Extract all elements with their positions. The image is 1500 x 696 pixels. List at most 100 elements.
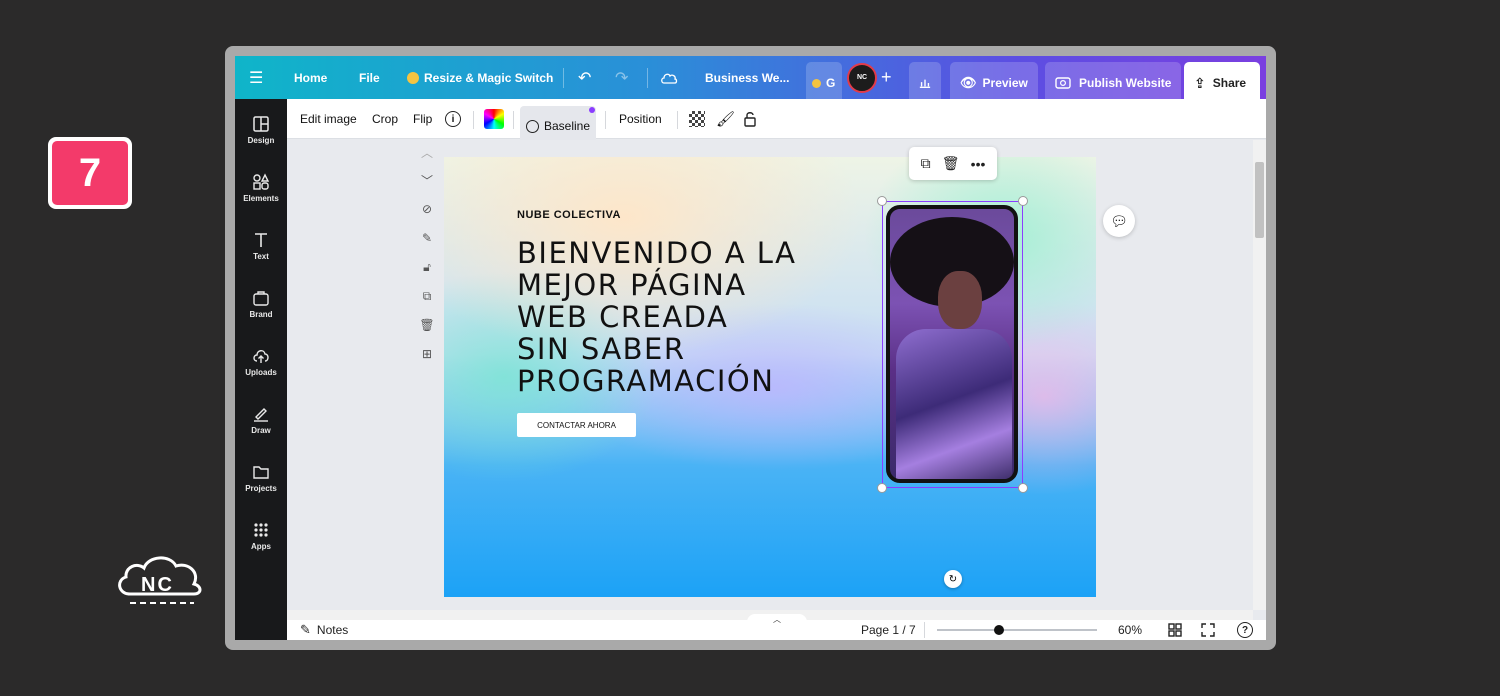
step-number: 7: [52, 141, 128, 205]
file-menu[interactable]: File: [359, 56, 380, 99]
transparency-icon[interactable]: [689, 99, 705, 139]
brand-icon: [253, 291, 269, 306]
divider: [605, 111, 606, 129]
delete-page-icon[interactable]: 🗑︎: [417, 315, 437, 335]
notes-label: Notes: [316, 623, 349, 637]
paint-roller-icon[interactable]: 🖌: [716, 99, 735, 139]
crop-button[interactable]: Crop: [372, 99, 398, 139]
headline-line: PROGRAMACIÓN: [517, 364, 775, 398]
eye-icon: 👁: [960, 75, 977, 90]
share-label: Share: [1212, 76, 1247, 90]
top-bar: ☰ Home File Resize & Magic Switch ↶ ↷ Bu…: [235, 56, 1266, 105]
scrollbar-thumb[interactable]: [1255, 162, 1264, 238]
photo-body-shape: [896, 329, 1012, 479]
rotate-icon[interactable]: ↻: [944, 570, 962, 588]
resize-handle-bottom-right[interactable]: [1018, 483, 1028, 493]
edit-image-button[interactable]: Edit image: [300, 99, 357, 139]
sidebar-item-elements[interactable]: Elements: [235, 169, 287, 219]
share-icon: ⇪: [1194, 74, 1206, 91]
sidebar-item-projects[interactable]: Projects: [235, 459, 287, 509]
lock-icon[interactable]: [743, 99, 757, 139]
sidebar-item-apps[interactable]: Apps: [235, 517, 287, 567]
preview-label: Preview: [982, 76, 1028, 90]
cloud-save-icon[interactable]: [660, 56, 678, 99]
sidebar-item-brand[interactable]: Brand: [235, 285, 287, 335]
redo-icon[interactable]: ↷: [615, 56, 628, 99]
baseline-label: Baseline: [544, 119, 591, 133]
divider: [563, 68, 564, 88]
add-page-icon[interactable]: ⊞: [417, 344, 437, 364]
info-icon[interactable]: i: [445, 99, 461, 139]
left-sidebar: Design Elements Text Brand Uploads Draw: [235, 99, 287, 640]
chevron-down-icon[interactable]: ﹀: [417, 170, 437, 190]
position-button[interactable]: Position: [619, 99, 662, 139]
headline-text[interactable]: BIENVENIDO A LA MEJOR PÁGINA WEB CREADA …: [517, 237, 796, 397]
canvas-area: ︿ ﹀ ⊘ ✎ 🔓︎ ⧉ 🗑︎ ⊞ NUBE COLECTIVA BIENVEN…: [287, 140, 1266, 640]
website-design-page[interactable]: NUBE COLECTIVA BIENVENIDO A LA MEJOR PÁG…: [444, 157, 1096, 597]
shapes-icon: [253, 173, 270, 190]
sidebar-item-label: Uploads: [245, 368, 277, 377]
sidebar-item-label: Design: [247, 136, 275, 145]
sidebar-item-label: Projects: [245, 484, 277, 493]
home-link[interactable]: Home: [294, 56, 327, 99]
sidebar-item-label: Brand: [249, 310, 273, 319]
document-title[interactable]: Business We...: [705, 56, 789, 99]
sidebar-item-design[interactable]: Design: [235, 111, 287, 161]
canva-editor: ☰ Home File Resize & Magic Switch ↶ ↷ Bu…: [235, 56, 1266, 640]
flip-button[interactable]: Flip: [413, 99, 432, 139]
bottom-bar: ︿ ✎ Notes Page 1 / 7 60% ?: [287, 614, 1266, 640]
contact-cta-button[interactable]: CONTACTAR AHORA: [517, 413, 636, 437]
zoom-slider-knob[interactable]: [994, 625, 1005, 635]
show-pages-chevron-icon[interactable]: ︿: [747, 614, 807, 626]
undo-icon[interactable]: ↶: [578, 56, 591, 99]
chevron-up-icon[interactable]: ︿: [417, 142, 437, 162]
zoom-level[interactable]: 60%: [1118, 620, 1142, 640]
hide-page-icon[interactable]: ⊘: [417, 199, 437, 219]
resize-handle-top-left[interactable]: [877, 196, 887, 206]
fullscreen-icon[interactable]: [1201, 620, 1215, 640]
selected-image-frame[interactable]: [882, 201, 1023, 488]
vertical-scrollbar[interactable]: [1253, 140, 1266, 610]
zoom-slider[interactable]: [937, 629, 1097, 631]
sidebar-item-uploads[interactable]: Uploads: [235, 343, 287, 393]
hamburger-icon[interactable]: ☰: [249, 56, 263, 99]
brand-name-text[interactable]: NUBE COLECTIVA: [517, 209, 621, 221]
headline-line: BIENVENIDO A LA: [517, 236, 797, 270]
add-comment-icon[interactable]: 💬︎: [1103, 205, 1135, 237]
trash-icon[interactable]: 🗑︎: [942, 155, 960, 172]
duplicate-icon[interactable]: ⧉: [921, 155, 931, 172]
page-indicator[interactable]: Page 1 / 7: [861, 620, 916, 640]
step-number-badge: 7: [48, 137, 132, 209]
team-initial: G: [826, 76, 836, 90]
headline-line: SIN SABER: [517, 332, 686, 366]
resize-magic-switch-button[interactable]: Resize & Magic Switch: [407, 56, 553, 99]
sidebar-item-draw[interactable]: Draw: [235, 401, 287, 451]
add-collaborator-icon[interactable]: +: [881, 56, 892, 99]
avatar: NC: [847, 62, 877, 93]
help-icon[interactable]: ?: [1237, 620, 1253, 640]
headline-line: WEB CREADA: [517, 300, 729, 334]
divider: [924, 622, 925, 638]
cloud-upload-icon: [253, 350, 269, 363]
user-avatar[interactable]: NC: [847, 56, 877, 99]
notes-button[interactable]: ✎ Notes: [300, 620, 348, 640]
sidebar-item-text[interactable]: Text: [235, 227, 287, 277]
divider: [677, 111, 678, 129]
logo-text: NC: [141, 574, 174, 596]
grid-view-icon[interactable]: [1168, 620, 1182, 640]
screenshot-frame: ☰ Home File Resize & Magic Switch ↶ ↷ Bu…: [225, 46, 1276, 650]
duplicate-page-icon[interactable]: ⧉: [417, 286, 437, 306]
publish-label: Publish Website: [1079, 76, 1172, 90]
more-options-icon[interactable]: •••: [971, 156, 986, 172]
lock-page-icon[interactable]: 🔓︎: [417, 257, 437, 277]
color-swatch[interactable]: [484, 99, 504, 139]
resize-handle-bottom-left[interactable]: [877, 483, 887, 493]
notification-dot: [589, 107, 596, 113]
context-toolbar: Edit image Crop Flip i Baseline Position…: [287, 99, 1266, 146]
page-notes-icon[interactable]: ✎: [417, 228, 437, 248]
woman-with-headphones-photo[interactable]: [886, 205, 1018, 483]
notes-icon: ✎: [300, 622, 311, 637]
text-icon: [255, 233, 267, 247]
resize-handle-top-right[interactable]: [1018, 196, 1028, 206]
crown-icon: [812, 78, 821, 88]
